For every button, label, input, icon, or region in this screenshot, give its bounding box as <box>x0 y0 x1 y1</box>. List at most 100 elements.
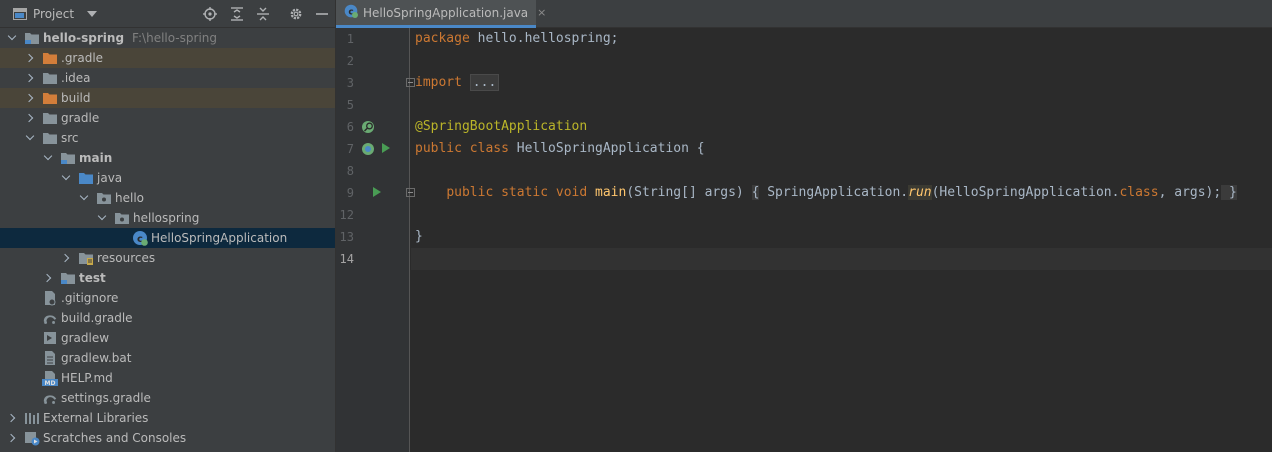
run-icon[interactable] <box>372 186 382 198</box>
markdown-file-icon: MD <box>42 370 58 386</box>
tree-item-gradle[interactable]: gradle <box>0 108 335 128</box>
chevron-down-icon[interactable] <box>24 132 36 144</box>
source-folder-icon <box>78 170 94 186</box>
tree-item-help-md[interactable]: MD HELP.md <box>0 368 335 388</box>
tree-item-gradle[interactable]: .gradle <box>0 48 335 68</box>
folder-icon <box>42 110 58 126</box>
line-number: 2 <box>346 54 354 68</box>
folder-icon <box>42 130 58 146</box>
tree-item-gradlew-bat[interactable]: gradlew.bat <box>0 348 335 368</box>
module-folder-icon <box>60 270 76 286</box>
chevron-down-icon[interactable] <box>60 172 72 184</box>
chevron-right-icon[interactable] <box>6 412 18 424</box>
project-window-icon <box>13 8 27 20</box>
tree-item-external-libraries[interactable]: External Libraries <box>0 408 335 428</box>
tree-item-label: gradlew.bat <box>61 351 132 365</box>
package-icon <box>114 210 130 226</box>
code-line-6: @SpringBootApplication <box>415 119 588 134</box>
chevron-right-icon[interactable] <box>60 252 72 264</box>
tree-item-label: build <box>61 91 91 105</box>
module-folder-icon <box>24 30 40 46</box>
tree-item-label: settings.gradle <box>61 391 151 405</box>
line-number: 5 <box>346 98 354 112</box>
chevron-right-icon[interactable] <box>6 432 18 444</box>
text-file-icon <box>42 350 58 366</box>
minimize-icon[interactable] <box>315 7 329 21</box>
tree-item-label: External Libraries <box>43 411 149 425</box>
chevron-right-icon[interactable] <box>24 92 36 104</box>
package-icon <box>96 190 112 206</box>
chevron-down-icon[interactable] <box>87 11 98 17</box>
tree-item-label: build.gradle <box>61 311 133 325</box>
tree-item-src[interactable]: src <box>0 128 335 148</box>
locate-icon[interactable] <box>203 7 217 21</box>
line-number: 6 <box>346 120 354 134</box>
tree-item-label: hello-spring <box>43 31 125 45</box>
resources-folder-icon <box>78 250 94 266</box>
tree-item-java[interactable]: java <box>0 168 335 188</box>
project-toolbar: Project <box>0 0 335 28</box>
line-number: 9 <box>346 186 354 200</box>
chevron-down-icon[interactable] <box>96 212 108 224</box>
chevron-right-icon[interactable] <box>24 72 36 84</box>
close-icon[interactable]: × <box>537 6 546 19</box>
excluded-folder-icon <box>42 50 58 66</box>
tree-item-test[interactable]: test <box>0 268 335 288</box>
tree-item-scratches-and-consoles[interactable]: Scratches and Consoles <box>0 428 335 448</box>
spring-class-icon: c <box>132 230 148 246</box>
scratches-icon <box>24 430 40 446</box>
tree-item-settings-gradle[interactable]: settings.gradle <box>0 388 335 408</box>
tree-item-label: gradlew <box>61 331 110 345</box>
script-file-icon <box>42 330 58 346</box>
line-number-current: 14 <box>339 252 354 266</box>
spring-bean-icon[interactable] <box>361 142 375 156</box>
chevron-down-icon[interactable] <box>6 32 18 44</box>
code-line-7: public class HelloSpringApplication { <box>415 141 705 156</box>
chevron-down-icon[interactable] <box>78 192 90 204</box>
tree-item-gradlew[interactable]: gradlew <box>0 328 335 348</box>
gradle-file-icon <box>42 310 58 326</box>
current-line-highlight <box>411 248 1272 270</box>
excluded-folder-icon <box>42 90 58 106</box>
fold-marker-icon[interactable] <box>406 188 415 197</box>
chevron-down-icon[interactable] <box>42 152 54 164</box>
line-number: 12 <box>339 208 354 222</box>
libraries-icon <box>24 410 40 426</box>
tree-item-label: hello <box>115 191 144 205</box>
folded-imports[interactable]: ... <box>469 74 500 91</box>
run-icon[interactable] <box>381 142 391 154</box>
tree-item-label: gradle <box>61 111 100 125</box>
tree-item-resources[interactable]: resources <box>0 248 335 268</box>
code-editor[interactable]: package hello.hellospring; import ... @S… <box>406 28 1272 452</box>
tree-item-hellospringapplication[interactable]: c HelloSpringApplication <box>0 228 335 248</box>
tree-item-label: Scratches and Consoles <box>43 431 187 445</box>
tab-hellospringapplication[interactable]: c HelloSpringApplication.java × <box>336 0 546 28</box>
spring-bean-icon[interactable] <box>361 120 375 134</box>
line-number: 13 <box>339 230 354 244</box>
tree-item-main[interactable]: main <box>0 148 335 168</box>
project-view-selector[interactable]: Project <box>13 5 98 23</box>
chevron-right-icon[interactable] <box>24 52 36 64</box>
tree-item-idea[interactable]: .idea <box>0 68 335 88</box>
line-number: 8 <box>346 164 354 178</box>
tree-item-build-gradle[interactable]: build.gradle <box>0 308 335 328</box>
chevron-right-icon[interactable] <box>24 112 36 124</box>
tree-item-label: resources <box>97 251 156 265</box>
project-tool-window: Project hello-spring F:\hello-spring .grad… <box>0 0 335 452</box>
collapse-all-icon[interactable] <box>256 7 270 21</box>
line-number: 3 <box>346 76 354 90</box>
fold-marker-icon[interactable] <box>406 78 415 87</box>
gear-icon[interactable] <box>289 7 303 21</box>
expand-all-icon[interactable] <box>230 7 244 21</box>
tree-item-hello[interactable]: hello <box>0 188 335 208</box>
tree-item-label: test <box>79 271 106 285</box>
editor-tab-bar: c HelloSpringApplication.java × <box>336 0 1272 28</box>
tree-item-build[interactable]: build <box>0 88 335 108</box>
chevron-right-icon[interactable] <box>42 272 54 284</box>
tree-item-hello-spring[interactable]: hello-spring F:\hello-spring <box>0 28 335 48</box>
tree-item-hellospring[interactable]: hellospring <box>0 208 335 228</box>
tree-item-gitignore[interactable]: .gitignore <box>0 288 335 308</box>
code-line-1: package hello.hellospring; <box>415 31 619 46</box>
tree-item-label: hellospring <box>133 211 200 225</box>
tree-item-label: HelloSpringApplication <box>151 231 288 245</box>
